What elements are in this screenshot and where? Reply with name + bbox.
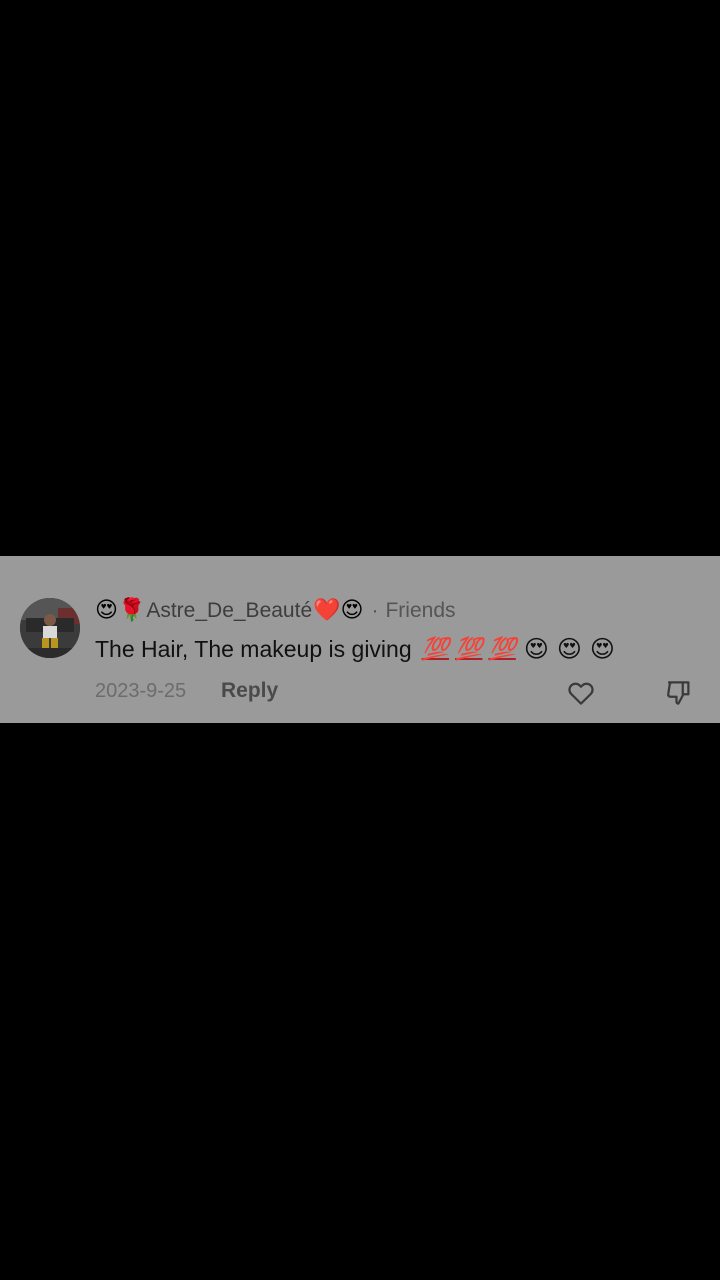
like-button[interactable] [566,678,596,708]
heart-outline-icon [568,682,594,705]
hundred-points-emoji: 💯 [455,636,483,662]
comment-text: The Hair, The makeup is giving [95,635,412,662]
separator-dot: · [371,599,379,622]
screen: 😍 🌹 Astre_De_Beauté ❤️ 😍 · Friends The H… [0,0,720,1280]
dislike-button[interactable] [664,678,694,708]
comment-header: 😍 🌹 Astre_De_Beauté ❤️ 😍 · Friends [95,596,456,626]
username[interactable]: Astre_De_Beauté [146,599,312,623]
rose-emoji: 🌹 [117,598,146,623]
heart-eyes-emoji: 😍 [556,635,582,663]
heart-eyes-emoji: 😍 [95,598,118,623]
heart-eyes-emoji: 😍 [589,635,615,663]
reply-button[interactable]: Reply [221,679,278,703]
heart-eyes-emoji: 😍 [340,598,364,623]
comment-date: 2023-9-25 [95,680,187,702]
avatar-photo-icon [20,598,80,658]
red-heart-emoji: ❤️ [313,598,341,623]
comment-card: 😍 🌹 Astre_De_Beauté ❤️ 😍 · Friends The H… [0,556,720,723]
thumbs-down-icon [667,681,690,705]
comment-body: The Hair, The makeup is giving 💯 💯 💯 😍 😍… [95,632,615,666]
hundred-points-emoji: 💯 [421,636,450,662]
heart-eyes-emoji: 😍 [523,635,549,663]
hundred-points-emoji: 💯 [488,636,516,662]
friends-label: Friends [385,599,456,622]
avatar[interactable] [20,598,80,658]
